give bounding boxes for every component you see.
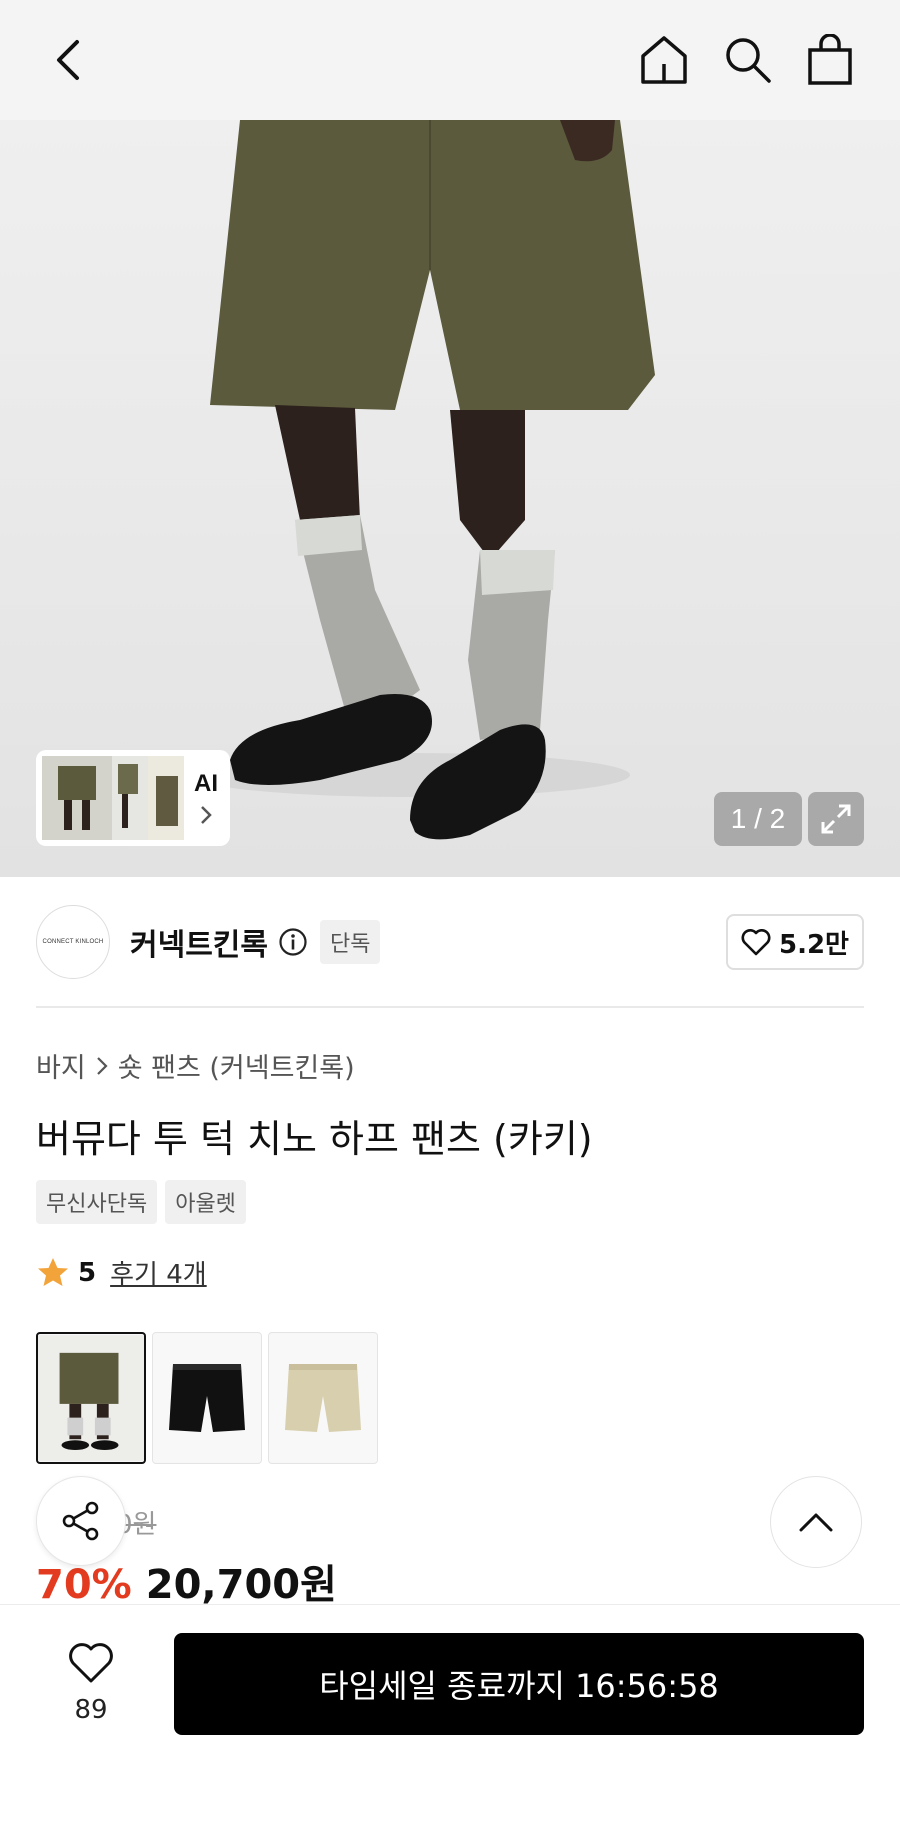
exclusive-tag: 단독 <box>320 920 381 964</box>
brand-logo-text: CONNECT KINLOCH <box>42 939 104 945</box>
top-bar <box>0 0 900 120</box>
star-icon <box>38 1257 68 1286</box>
rating-score: 5 <box>78 1257 97 1288</box>
cart-button[interactable] <box>800 28 860 92</box>
sale-price: 20,700원 <box>145 1562 337 1608</box>
expand-icon <box>821 804 851 834</box>
shopping-bag-icon <box>808 34 852 85</box>
color-option-khaki[interactable] <box>36 1332 146 1464</box>
brand-row: CONNECT KINLOCH 커넥트킨록 단독 5.2만 <box>36 905 864 979</box>
bottom-bar: 89 타임세일 종료까지 16:56:58 <box>0 1604 900 1840</box>
ai-thumb-2 <box>112 756 148 840</box>
rating-row: 5 후기 4개 <box>36 1254 207 1291</box>
share-icon <box>62 1501 99 1541</box>
ai-thumb-1 <box>42 756 112 840</box>
product-tags: 무신사단독 아울렛 <box>36 1180 246 1224</box>
scroll-top-button[interactable] <box>770 1476 862 1568</box>
color-option-black[interactable] <box>152 1332 262 1464</box>
chevron-right-icon <box>96 1056 108 1075</box>
divider <box>36 1006 864 1008</box>
image-counter: 1 / 2 <box>714 792 802 846</box>
home-icon <box>641 36 687 84</box>
heart-icon <box>69 1643 113 1683</box>
ai-styling-card[interactable]: AI <box>36 750 230 846</box>
breadcrumb-subcategory[interactable]: 숏 팬츠 (커넥트킨록) <box>118 1046 355 1085</box>
chevron-left-icon <box>57 40 79 80</box>
home-button[interactable] <box>634 28 694 92</box>
ai-thumbnails <box>42 756 184 840</box>
review-link[interactable]: 후기 4개 <box>110 1254 207 1291</box>
expand-button[interactable] <box>808 792 864 846</box>
ai-thumb-3 <box>148 756 184 840</box>
chevron-right-icon <box>201 806 212 824</box>
tag-outlet: 아울렛 <box>165 1180 246 1224</box>
share-button[interactable] <box>36 1476 126 1566</box>
chevron-up-icon <box>799 1513 833 1532</box>
heart-icon <box>741 929 771 956</box>
ai-label: AI <box>194 770 218 826</box>
wishlist-button[interactable]: 89 <box>56 1641 126 1725</box>
color-option-beige[interactable] <box>268 1332 378 1464</box>
info-icon[interactable] <box>278 927 308 957</box>
search-button[interactable] <box>718 28 778 92</box>
brand-like-button[interactable]: 5.2만 <box>726 914 864 970</box>
product-image[interactable]: AI 1 / 2 <box>0 120 900 877</box>
search-icon <box>726 38 771 83</box>
discount-rate: 70% <box>36 1562 132 1608</box>
brand-name[interactable]: 커넥트킨록 <box>130 920 268 964</box>
color-options <box>36 1332 378 1464</box>
tag-exclusive: 무신사단독 <box>36 1180 158 1224</box>
ai-text: AI <box>194 770 218 797</box>
product-title: 버뮤다 투 턱 치노 하프 팬츠 (카키) <box>36 1117 593 1161</box>
wishlist-count: 89 <box>74 1695 108 1725</box>
buy-button[interactable]: 타임세일 종료까지 16:56:58 <box>174 1633 864 1735</box>
brand-logo[interactable]: CONNECT KINLOCH <box>36 905 110 979</box>
back-button[interactable] <box>40 30 96 90</box>
breadcrumb-category[interactable]: 바지 <box>36 1046 86 1085</box>
brand-like-count: 5.2만 <box>779 929 849 960</box>
breadcrumb: 바지 숏 팬츠 (커넥트킨록) <box>36 1046 355 1085</box>
